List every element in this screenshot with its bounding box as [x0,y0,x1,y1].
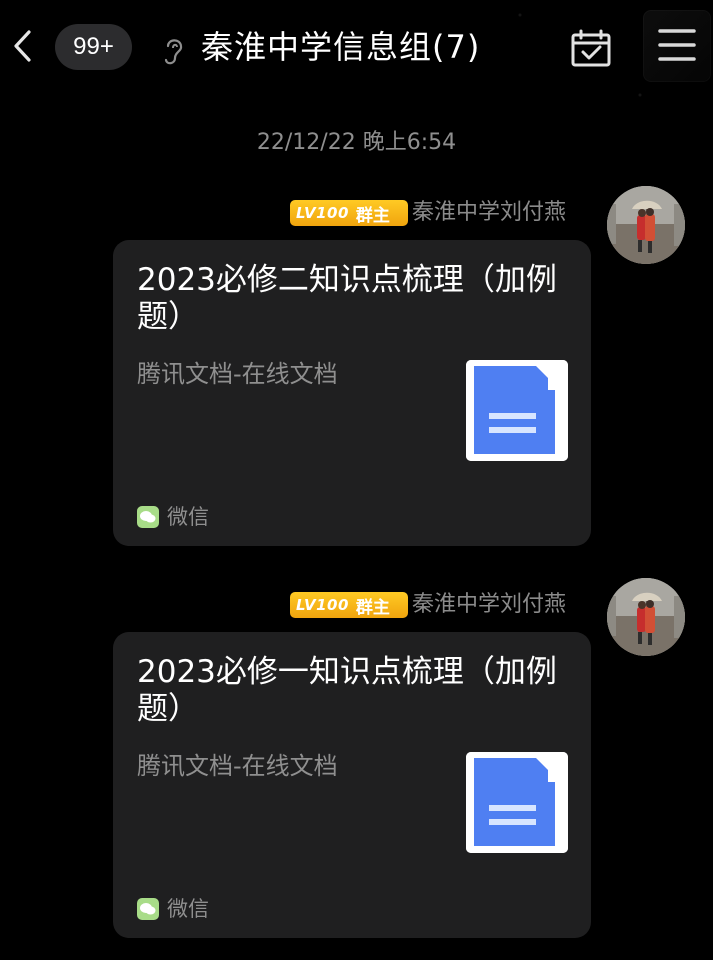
app-name: 微信 [167,897,209,921]
message-timestamp: 22/12/22 晚上6:54 [256,130,457,155]
owner-level-badge: LV100 群主 [290,592,408,618]
owner-level-badge: LV100 群主 [290,200,408,226]
chat-title: 秦淮中学信息组(7) [201,28,481,66]
app-name: 微信 [167,505,209,529]
document-source: 腾讯文档-在线文档 [137,752,338,780]
document-icon [466,752,568,853]
document-title: 2023必修二知识点梳理（加例题） [137,262,557,335]
sender-info: LV100 群主 秦淮中学刘付燕 [290,198,566,228]
document-share-card[interactable]: 2023必修一知识点梳理（加例题） 腾讯文档-在线文档 微信 [113,632,591,938]
wechat-icon [137,506,159,528]
sender-name: 秦淮中学刘付燕 [412,592,567,617]
level-label: LV100 [296,596,349,614]
calendar-check-icon[interactable] [569,28,613,68]
ear-icon[interactable] [160,34,188,68]
app-source-row: 微信 [137,896,209,922]
avatar[interactable] [607,186,685,264]
unread-count-badge[interactable]: 99+ [55,24,132,70]
app-source-row: 微信 [137,504,209,530]
document-title: 2023必修一知识点梳理（加例题） [137,654,557,727]
avatar[interactable] [607,578,685,656]
menu-icon[interactable] [643,10,711,82]
sender-info: LV100 群主 秦淮中学刘付燕 [290,590,566,620]
document-icon [466,360,568,461]
document-source: 腾讯文档-在线文档 [137,360,338,388]
wechat-icon [137,898,159,920]
role-label: 群主 [355,597,390,618]
chat-header: 99+ 秦淮中学信息组(7) [0,0,713,96]
sender-name: 秦淮中学刘付燕 [412,200,567,225]
chat-screen: 99+ 秦淮中学信息组(7) 22/12/22 晚上6:54 LV100 群主 … [0,0,713,960]
role-label: 群主 [355,205,390,226]
level-label: LV100 [296,204,349,222]
chevron-left-icon[interactable] [8,28,36,64]
document-share-card[interactable]: 2023必修二知识点梳理（加例题） 腾讯文档-在线文档 微信 [113,240,591,546]
